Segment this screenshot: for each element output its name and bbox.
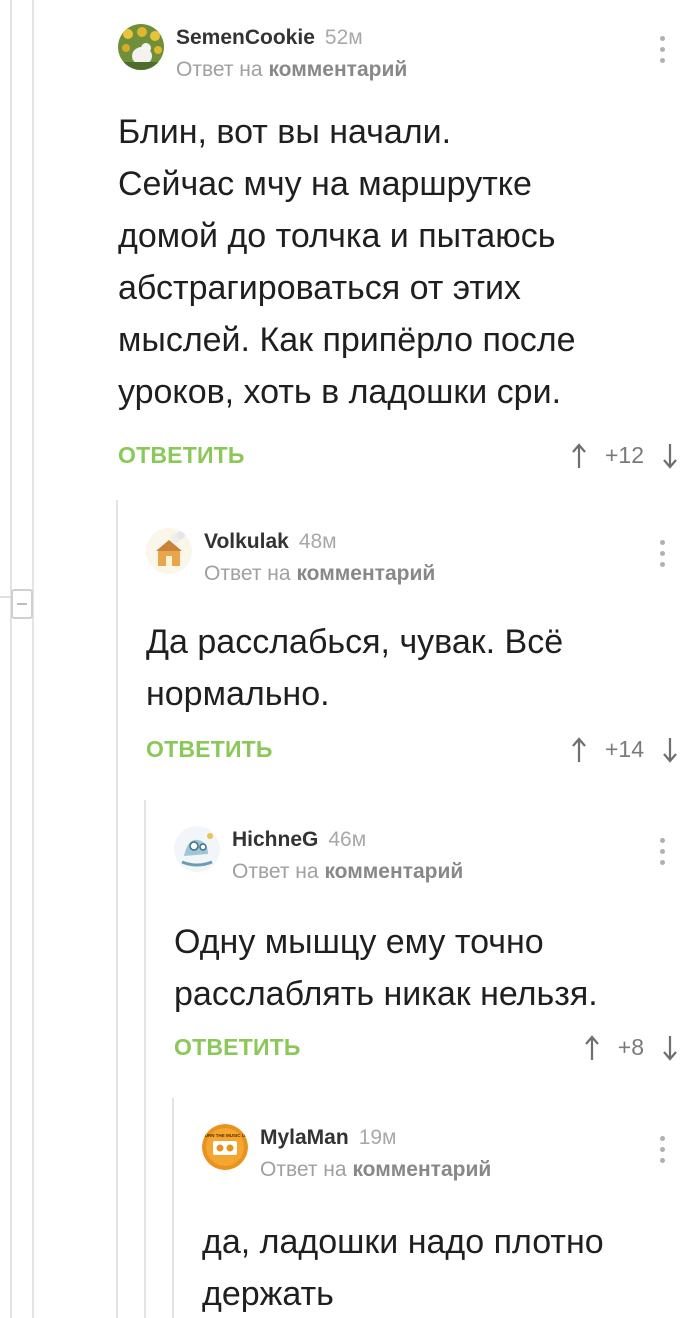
comment-time: 46м bbox=[328, 828, 367, 851]
comment-text: Блин, вот вы начали. Сейчас мчу на маршр… bbox=[118, 113, 576, 411]
comment-author[interactable]: SemenCookie 52м bbox=[176, 26, 363, 50]
comment: HichneG 46м Ответ на комментарий Одну мыш… bbox=[174, 826, 700, 1076]
comment: SemenCookie 52м Ответ на комментарий Блин… bbox=[118, 24, 700, 484]
reply-to-prefix: Ответ на bbox=[176, 58, 263, 81]
reply-to-prefix: Ответ на bbox=[260, 1158, 347, 1181]
reply-to: Ответ на комментарий bbox=[232, 860, 463, 884]
comment: TURN THE MUSIC UP MylaMan 19м Ответ на ко… bbox=[202, 1124, 700, 1318]
reply-to-prefix: Ответ на bbox=[204, 562, 291, 585]
upvote-arrow-icon[interactable] bbox=[571, 442, 587, 469]
author-name[interactable]: MylaMan bbox=[260, 1126, 349, 1149]
avatar-music-badge-icon: TURN THE MUSIC UP bbox=[202, 1124, 248, 1170]
thread-line bbox=[10, 0, 12, 1318]
reply-to: Ответ на комментарий bbox=[204, 562, 435, 586]
comment: Volkulak 48м Ответ на комментарий Да расс… bbox=[146, 528, 700, 778]
comment-author[interactable]: HichneG 46м bbox=[232, 828, 366, 852]
author-name[interactable]: HichneG bbox=[232, 828, 318, 851]
more-options-icon[interactable] bbox=[660, 540, 666, 574]
upvote-arrow-icon[interactable] bbox=[584, 1034, 600, 1061]
avatar[interactable] bbox=[118, 24, 164, 70]
rating-value: +8 bbox=[617, 1034, 644, 1060]
reply-to: Ответ на комментарий bbox=[260, 1158, 491, 1182]
reply-button[interactable]: ОТВЕТИТЬ bbox=[118, 442, 245, 469]
comment-text: Одну мышцу ему точно расслаблять никак н… bbox=[174, 923, 598, 1013]
avatar-badge-text: TURN THE MUSIC UP bbox=[202, 1133, 248, 1138]
rating-value: +12 bbox=[604, 442, 644, 468]
vote-controls: +8 bbox=[584, 1034, 678, 1061]
comment-author[interactable]: Volkulak 48м bbox=[204, 530, 337, 554]
vote-controls: +14 bbox=[571, 736, 678, 763]
reply-to-link[interactable]: комментарий bbox=[324, 860, 463, 883]
comment-time: 19м bbox=[358, 1126, 397, 1149]
more-options-icon[interactable] bbox=[660, 1136, 666, 1170]
downvote-arrow-icon[interactable] bbox=[662, 443, 678, 469]
more-options-icon[interactable] bbox=[660, 36, 666, 70]
downvote-arrow-icon[interactable] bbox=[662, 737, 678, 763]
comment-actions: ОТВЕТИТЬ +14 bbox=[146, 736, 678, 766]
avatar-sunflower-icon bbox=[118, 24, 164, 70]
rating-value: +14 bbox=[604, 736, 644, 762]
author-name[interactable]: SemenCookie bbox=[176, 26, 315, 49]
reply-button[interactable]: ОТВЕТИТЬ bbox=[174, 1034, 301, 1061]
avatar[interactable] bbox=[174, 826, 220, 872]
collapse-thread-button[interactable] bbox=[11, 589, 33, 619]
thread-line bbox=[32, 0, 34, 1318]
comment-time: 48м bbox=[298, 530, 337, 553]
reply-to-prefix: Ответ на bbox=[232, 860, 319, 883]
comment-text: Да расслабься, чувак. Всё нормально. bbox=[146, 623, 564, 713]
more-options-icon[interactable] bbox=[660, 838, 666, 872]
collapse-connector bbox=[0, 596, 11, 598]
thread-line bbox=[144, 800, 146, 1318]
reply-to: Ответ на комментарий bbox=[176, 58, 407, 82]
comments-thread: SemenCookie 52м Ответ на комментарий Блин… bbox=[0, 0, 700, 1318]
reply-to-link[interactable]: комментарий bbox=[352, 1158, 491, 1181]
comment-text: да, ладошки надо плотно держать bbox=[202, 1223, 604, 1313]
comment-time: 52м bbox=[324, 26, 363, 49]
avatar-house-icon bbox=[146, 528, 192, 574]
thread-line bbox=[116, 500, 118, 1318]
downvote-arrow-icon[interactable] bbox=[662, 1035, 678, 1061]
avatar[interactable] bbox=[146, 528, 192, 574]
author-name[interactable]: Volkulak bbox=[204, 530, 289, 553]
reply-to-link[interactable]: комментарий bbox=[268, 58, 407, 81]
vote-controls: +12 bbox=[571, 442, 678, 469]
upvote-arrow-icon[interactable] bbox=[571, 736, 587, 763]
thread-line bbox=[172, 1098, 174, 1318]
comment-author[interactable]: MylaMan 19м bbox=[260, 1126, 396, 1150]
reply-button[interactable]: ОТВЕТИТЬ bbox=[146, 736, 273, 763]
avatar-cartoon-icon bbox=[174, 826, 220, 872]
comment-actions: ОТВЕТИТЬ +8 bbox=[174, 1034, 678, 1064]
comment-actions: ОТВЕТИТЬ +12 bbox=[118, 442, 678, 472]
avatar[interactable]: TURN THE MUSIC UP bbox=[202, 1124, 248, 1170]
reply-to-link[interactable]: комментарий bbox=[296, 562, 435, 585]
